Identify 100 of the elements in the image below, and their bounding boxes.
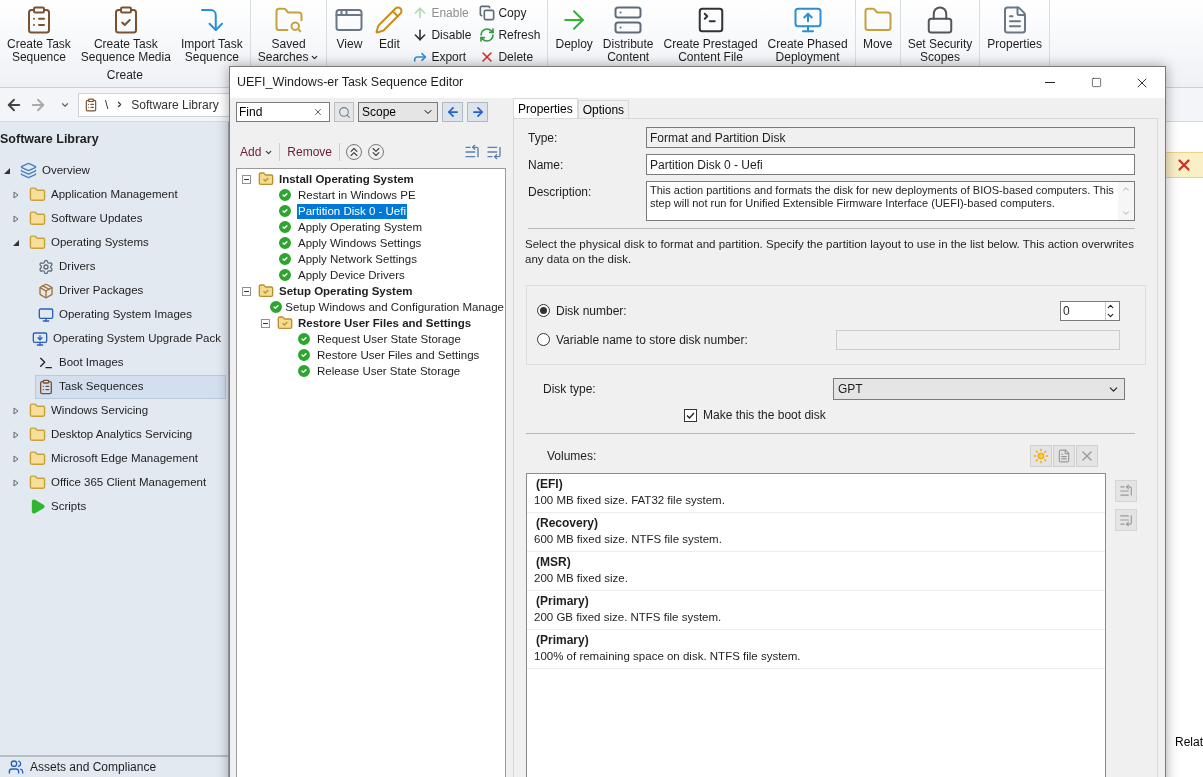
collapse-box-icon[interactable] (261, 318, 270, 328)
folder-icon (29, 186, 46, 204)
tree-item[interactable]: Restart in Windows PE (297, 187, 417, 203)
ribbon-button[interactable]: Delete (479, 46, 545, 68)
tree-item[interactable]: Restore User Files and Settings (316, 347, 481, 363)
ribbon-button[interactable]: Saved Searches (253, 2, 324, 66)
monitor-icon (792, 5, 823, 35)
ribbon-button[interactable]: Set Security Scopes (903, 2, 977, 66)
tree-item[interactable]: Apply Operating System (297, 219, 423, 235)
nav-item[interactable]: Task Sequences (35, 374, 226, 399)
tree-item[interactable]: Request User State Storage (316, 331, 462, 347)
ribbon-button[interactable]: Create Phased Deployment (763, 2, 852, 66)
forward-button[interactable] (467, 102, 488, 122)
check-icon (268, 299, 285, 315)
ribbon-button[interactable]: Copy (479, 2, 545, 24)
ribbon-button[interactable]: Disable (412, 24, 476, 46)
path-segment[interactable]: Software Library (131, 95, 219, 114)
tab[interactable]: Options (577, 100, 630, 118)
workspace-button[interactable]: Assets and Compliance (0, 755, 228, 777)
nav-item[interactable]: Driver Packages (35, 278, 226, 303)
find-field[interactable]: Find (236, 102, 330, 122)
nav-item[interactable]: Windows Servicing (26, 398, 226, 423)
delete-volume-button[interactable] (1076, 445, 1098, 467)
nav-item[interactable]: Operating System Images (35, 302, 226, 327)
ribbon-button[interactable]: Refresh (479, 24, 545, 46)
ribbon-button[interactable]: Move (858, 2, 897, 66)
tree-item[interactable]: Setup Operating System (278, 283, 414, 299)
volume-title: (Primary) (535, 594, 590, 609)
collapse-box-icon[interactable] (242, 286, 251, 296)
nav-item[interactable]: Operating Systems (26, 230, 226, 255)
disk-type-dropdown[interactable]: GPT (833, 378, 1125, 400)
scope-dropdown[interactable]: Scope (358, 102, 438, 122)
nav-item[interactable]: Software Updates (26, 206, 226, 231)
related-label: Relat (1174, 734, 1203, 751)
add-button[interactable]: Add (240, 143, 281, 161)
volume-properties-button[interactable] (1053, 445, 1075, 467)
folder-icon (29, 450, 46, 468)
ribbon-button[interactable]: Create Prestaged Content File (659, 2, 762, 66)
tree-item[interactable]: Apply Network Settings (297, 251, 418, 267)
search-button[interactable] (334, 102, 354, 122)
refresh-icon (479, 27, 496, 43)
variable-field[interactable] (836, 329, 1120, 350)
description-field[interactable]: This action partitions and formats the disk for new deployments of BIOS-based computers. This step will not run for Unified Extensible Firmware Interface (UEFI)-based computers. (646, 181, 1135, 221)
volume-row[interactable]: (Primary) 200 GB fixed size. NTFS file system. (527, 591, 1105, 630)
collapse-box-icon[interactable] (242, 174, 251, 184)
ribbon-button[interactable]: Import Task Sequence (176, 2, 247, 66)
nav-item[interactable]: Desktop Analytics Servicing (26, 422, 226, 447)
clear-icon[interactable] (313, 107, 323, 117)
nav-item[interactable]: Overview (17, 158, 226, 183)
folder-check-icon (258, 283, 274, 299)
nav-item[interactable]: Application Management (26, 182, 226, 207)
boot-disk-checkbox[interactable] (684, 408, 697, 422)
ribbon-button[interactable]: Properties (983, 2, 1047, 66)
tree-item[interactable]: Partition Disk 0 - Uefi (297, 203, 407, 219)
ribbon-button[interactable]: Create Task Sequence Media (76, 2, 175, 66)
volume-row[interactable]: (EFI) 100 MB fixed size. FAT32 file system. (527, 474, 1105, 513)
search-icon (337, 105, 351, 119)
volume-description: 100% of remaining space on disk. NTFS file system. (534, 649, 802, 664)
volumes-label: Volumes: (547, 448, 598, 465)
ribbon-button[interactable]: Create Task Sequence (3, 2, 75, 66)
monitor-icon (38, 306, 54, 323)
tree-item[interactable]: Apply Device Drivers (297, 267, 406, 283)
disk-number-spinner[interactable]: 0 (1060, 300, 1120, 321)
nav-item[interactable]: Scripts (26, 494, 226, 519)
nav-item[interactable]: Drivers (35, 254, 226, 279)
volume-row[interactable]: (Recovery) 600 MB fixed size. NTFS file system. (527, 513, 1105, 552)
path-segment[interactable]: \ (105, 95, 109, 114)
volume-row[interactable]: (MSR) 200 MB fixed size. (527, 552, 1105, 591)
outdent-icon[interactable] (486, 144, 502, 160)
ribbon-button[interactable]: Distribute Content (598, 2, 658, 66)
indent-icon[interactable] (464, 144, 480, 160)
delete-icon[interactable] (1175, 156, 1193, 174)
expand-arrow-icon[interactable] (12, 238, 20, 247)
nav-item[interactable]: Office 365 Client Management (26, 470, 226, 495)
ribbon-button[interactable]: View (330, 2, 369, 66)
clipboard-icon (38, 378, 54, 395)
tree-item[interactable]: Install Operating System (278, 171, 415, 187)
back-button[interactable] (442, 102, 463, 122)
volume-row[interactable]: (Primary) 100% of remaining space on disk. NTFS file system. (527, 630, 1105, 669)
nav-item[interactable]: Boot Images (35, 350, 226, 375)
name-field[interactable]: Partition Disk 0 - Uefi (646, 154, 1135, 175)
radio-button[interactable] (537, 333, 550, 346)
tab[interactable]: Properties (513, 98, 578, 118)
ribbon-button[interactable]: Edit (370, 2, 409, 66)
tree-item[interactable]: Restore User Files and Settings (297, 315, 473, 331)
nav-item[interactable]: Operating System Upgrade Pack (28, 326, 226, 351)
nav-item[interactable]: Microsoft Edge Management (26, 446, 226, 471)
radio-button[interactable] (537, 304, 550, 317)
ribbon-button[interactable]: Deploy (551, 2, 597, 66)
ribbon-button[interactable]: Export (412, 46, 476, 68)
tree-item[interactable]: Apply Windows Settings (297, 235, 423, 251)
tree-item[interactable]: Setup Windows and Configuration Manage (284, 299, 505, 315)
instructions-text: Select the physical disk to format and partition. Specify the partition layout to use in the list below. This action overwrites any data on the disk. (525, 237, 1135, 267)
expand-arrow-icon[interactable] (3, 166, 11, 175)
move-up-icon (1119, 484, 1133, 498)
remove-button[interactable]: Remove (280, 143, 341, 161)
folder-check-icon (258, 171, 274, 187)
maximize-icon (1090, 77, 1102, 88)
volume-description: 200 GB fixed size. NTFS file system. (534, 610, 723, 625)
tree-item[interactable]: Release User State Storage (316, 363, 462, 379)
